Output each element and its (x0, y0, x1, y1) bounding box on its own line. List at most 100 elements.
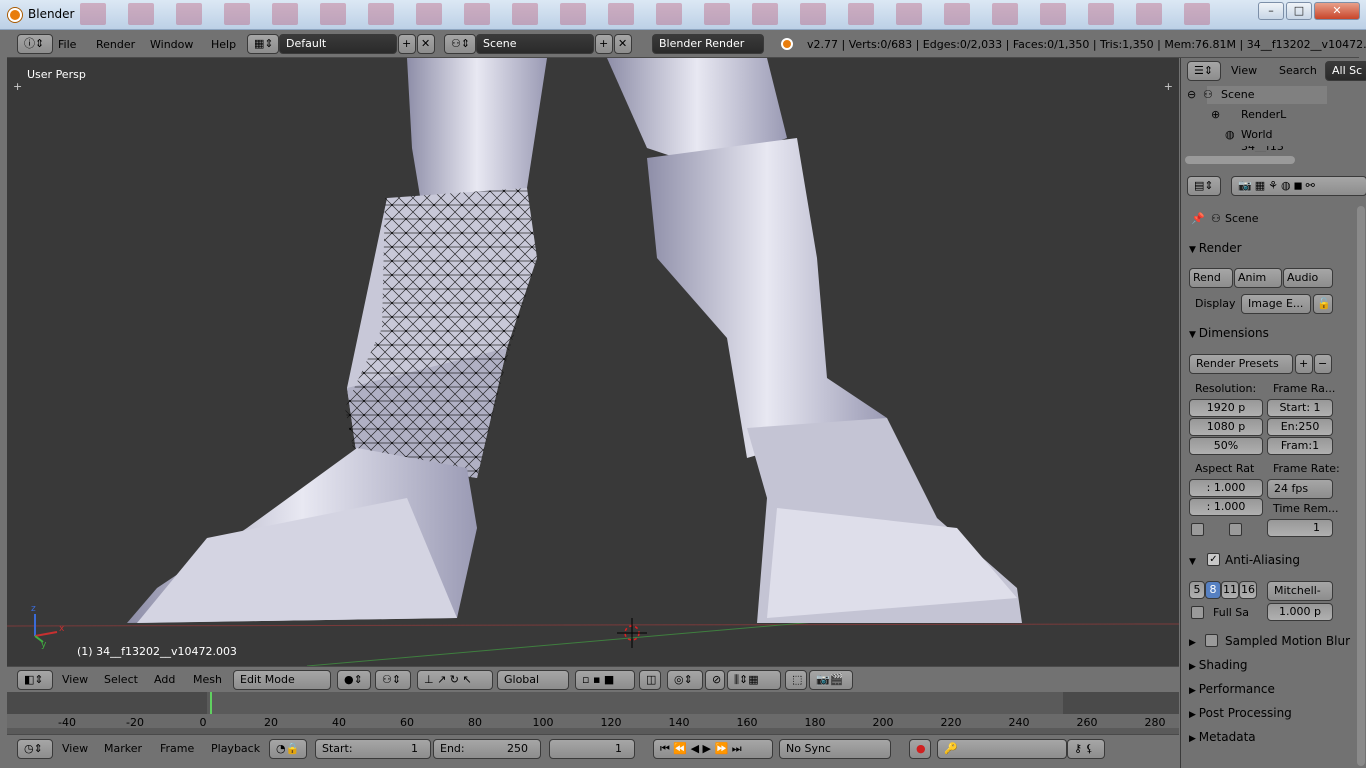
aa-samples-5[interactable]: 5 (1189, 581, 1205, 599)
toolshelf-toggle-icon[interactable]: + (13, 80, 22, 93)
remove-scene-icon[interactable]: ✕ (614, 34, 632, 54)
menu-view[interactable]: View (1231, 64, 1257, 77)
limit-selection-icon[interactable]: ◫ (639, 670, 661, 690)
timeline[interactable]: -40 -20 0 20 40 60 80 100 120 140 160 180 200 220 240 2… (7, 692, 1179, 734)
anti-aliasing-checkbox[interactable]: ✓ (1207, 553, 1220, 566)
current-frame-field[interactable]: 1 (549, 739, 635, 759)
panel-sampled-motion-blur[interactable]: Sampled Motion Blur (1225, 634, 1350, 648)
outliner-item-scene[interactable]: Scene (1221, 88, 1255, 101)
properties-toggle-icon[interactable]: + (1164, 80, 1173, 93)
manipulator-icons[interactable]: ⊥ ↗ ↻ ↖ (417, 670, 493, 690)
scene-field[interactable]: Scene (476, 34, 594, 54)
proportional-edit-icon[interactable]: ◎⇕ (667, 670, 703, 690)
resolution-percentage-field[interactable]: 50% (1189, 437, 1263, 455)
expand-icon[interactable]: ⊖ (1187, 88, 1196, 101)
keyframe-insert-icons[interactable]: ⚷ ⚸ (1067, 739, 1105, 759)
add-screen-icon[interactable]: + (398, 34, 416, 54)
frame-start-field[interactable]: Start: 1 (1267, 399, 1333, 417)
panel-metadata[interactable]: Metadata (1189, 730, 1256, 744)
snap-toggle-icon[interactable]: ⊘ (705, 670, 725, 690)
pin-icon[interactable]: 📌 (1191, 212, 1205, 225)
outliner-item-object[interactable]: 34__f13 (1241, 146, 1284, 152)
frame-end-field[interactable]: En:250 (1267, 418, 1333, 436)
render-animation-button[interactable]: Anim (1234, 268, 1282, 288)
motion-blur-checkbox[interactable] (1205, 634, 1218, 647)
expand-icon[interactable]: ⊕ (1211, 108, 1220, 121)
3d-viewport[interactable]: User Persp + + z x y (1) 34__f13202__v10… (7, 58, 1179, 666)
add-preset-icon[interactable]: + (1295, 354, 1313, 374)
render-still-button[interactable]: Rend (1189, 268, 1233, 288)
outliner-item-world[interactable]: World (1241, 128, 1273, 141)
render-preview-icons[interactable]: 📷🎬 (809, 670, 853, 690)
menu-view[interactable]: View (62, 742, 88, 755)
menu-search[interactable]: Search (1279, 64, 1317, 77)
resolution-y-field[interactable]: 1080 p (1189, 418, 1263, 436)
editor-type-icon[interactable]: ☰⇕ (1187, 61, 1221, 81)
editor-type-icon[interactable]: ⓘ⇕ (17, 34, 53, 54)
keyframe-toggle-icon[interactable]: ◔🔒 (269, 739, 307, 759)
frame-rate-select[interactable]: 24 fps (1267, 479, 1333, 499)
scene-icon[interactable]: ⚇⇕ (444, 34, 476, 54)
menu-add[interactable]: Add (154, 673, 175, 686)
render-engine-select[interactable]: Blender Render (652, 34, 764, 54)
aa-samples-11[interactable]: 11 (1221, 581, 1239, 599)
menu-select[interactable]: Select (104, 673, 138, 686)
editor-type-icon[interactable]: ▤⇕ (1187, 176, 1221, 196)
screen-layout-icon[interactable]: ▦⇕ (247, 34, 279, 54)
aspect-y-field[interactable]: : 1.000 (1189, 498, 1263, 516)
record-icon[interactable]: ● (909, 739, 931, 759)
remove-preset-icon[interactable]: − (1314, 354, 1332, 374)
display-select[interactable]: Image E... (1241, 294, 1311, 314)
aa-samples-8[interactable]: 8 (1205, 581, 1221, 599)
start-frame-field[interactable]: Start: 1 (315, 739, 431, 759)
current-frame-marker[interactable] (210, 692, 212, 716)
minimize-button[interactable]: – (1258, 2, 1284, 20)
editor-type-icon[interactable]: ◧⇕ (17, 670, 53, 690)
outliner-scrollbar[interactable] (1185, 156, 1295, 164)
screen-layout-field[interactable]: Default (279, 34, 397, 54)
snap-element-icon[interactable]: ⫼⇕▦ (727, 670, 781, 690)
shading-select-icon[interactable]: ●⇕ (337, 670, 371, 690)
mode-select[interactable]: Edit Mode (233, 670, 331, 690)
filter-size-field[interactable]: 1.000 p (1267, 603, 1333, 621)
frame-step-field[interactable]: Fram:1 (1267, 437, 1333, 455)
menu-marker[interactable]: Marker (104, 742, 142, 755)
pivot-select-icon[interactable]: ⚇⇕ (375, 670, 411, 690)
playback-controls-icons[interactable]: ⏮ ⏪ ◀ ▶ ⏩ ⏭ (653, 739, 773, 759)
properties-scrollbar[interactable] (1357, 206, 1365, 766)
menu-mesh[interactable]: Mesh (193, 673, 222, 686)
lock-interface-icon[interactable]: 🔓 (1313, 294, 1333, 314)
close-button[interactable]: ✕ (1314, 2, 1360, 20)
aa-filter-select[interactable]: Mitchell- (1267, 581, 1333, 601)
panel-shading[interactable]: Shading (1189, 658, 1248, 672)
crop-checkbox[interactable] (1229, 523, 1242, 536)
opengl-render-icon[interactable]: ⬚ (785, 670, 807, 690)
remove-screen-icon[interactable]: ✕ (417, 34, 435, 54)
menu-window[interactable]: Window (150, 38, 193, 51)
menu-frame[interactable]: Frame (160, 742, 194, 755)
menu-help[interactable]: Help (211, 38, 236, 51)
panel-render-header[interactable]: Render (1189, 241, 1242, 255)
panel-anti-aliasing-header[interactable]: Anti-Aliasing (1225, 553, 1300, 567)
aspect-x-field[interactable]: : 1.000 (1189, 479, 1263, 497)
menu-view[interactable]: View (62, 673, 88, 686)
menu-file[interactable]: File (58, 38, 76, 51)
border-checkbox[interactable] (1191, 523, 1204, 536)
menu-playback[interactable]: Playback (211, 742, 260, 755)
full-sample-checkbox[interactable] (1191, 606, 1204, 619)
select-mode-icons[interactable]: ▫ ▪ ■ (575, 670, 635, 690)
render-presets-select[interactable]: Render Presets (1189, 354, 1293, 374)
aa-samples-16[interactable]: 16 (1239, 581, 1257, 599)
panel-post-processing[interactable]: Post Processing (1189, 706, 1292, 720)
maximize-button[interactable]: □ (1286, 2, 1312, 20)
panel-dimensions-header[interactable]: Dimensions (1189, 326, 1269, 340)
editor-type-icon[interactable]: ◷⇕ (17, 739, 53, 759)
sync-mode-select[interactable]: No Sync (779, 739, 891, 759)
resolution-x-field[interactable]: 1920 p (1189, 399, 1263, 417)
panel-performance[interactable]: Performance (1189, 682, 1275, 696)
time-remap-field[interactable]: 1 (1267, 519, 1333, 537)
orientation-select[interactable]: Global (497, 670, 569, 690)
render-audio-button[interactable]: Audio (1283, 268, 1333, 288)
outliner-item-renderlayers[interactable]: RenderL (1241, 108, 1286, 121)
keying-set-field[interactable]: 🔑 (937, 739, 1067, 759)
